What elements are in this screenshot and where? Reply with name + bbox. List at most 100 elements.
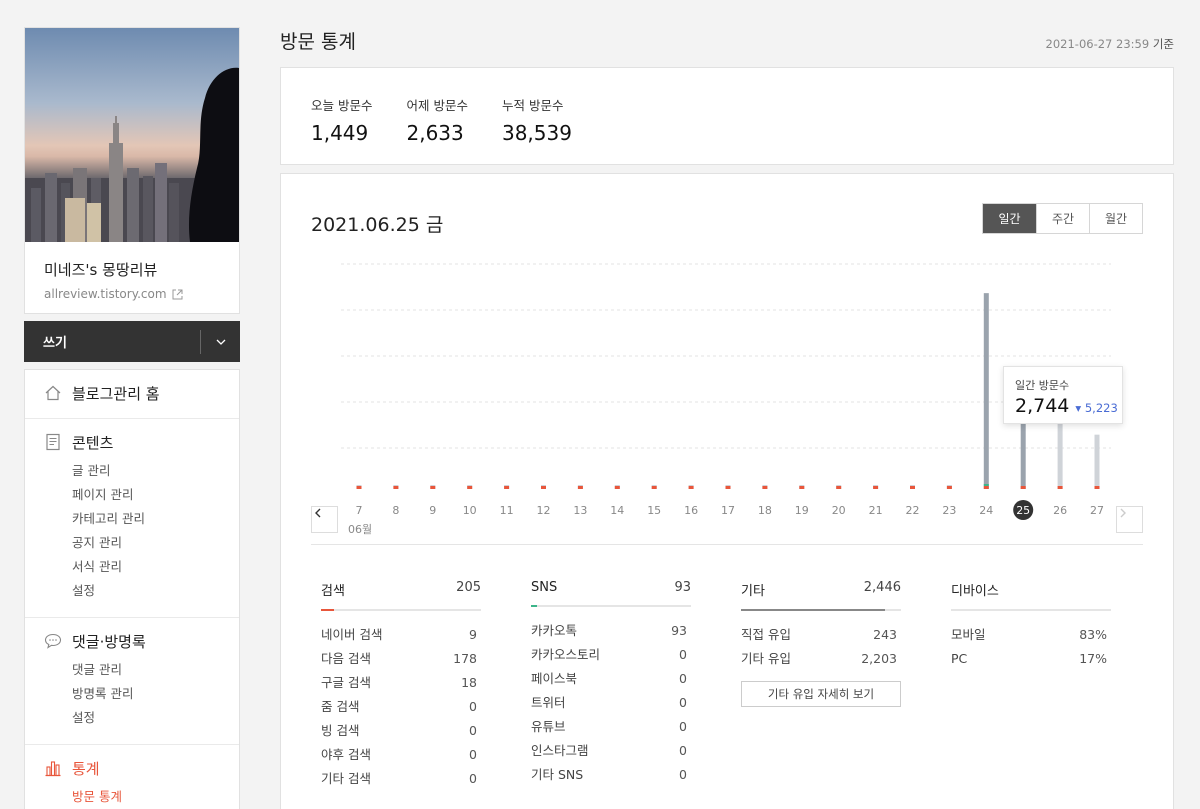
chart-bar-search-segment xyxy=(1094,486,1100,489)
write-dropdown-toggle[interactable] xyxy=(200,329,240,354)
write-button[interactable]: 쓰기 xyxy=(24,321,240,362)
chart-x-tick-label: 26 xyxy=(1053,504,1067,517)
chart-bar-sns-segment xyxy=(983,484,989,486)
list-item: 구글 검색 18 xyxy=(321,671,481,695)
chart-next-button[interactable] xyxy=(1116,506,1143,533)
list-item: 페이스북 0 xyxy=(531,667,691,691)
chart-prev-button[interactable] xyxy=(311,506,338,533)
item-label: 페이스북 xyxy=(531,671,578,686)
toggle-daily[interactable]: 일간 xyxy=(983,204,1036,233)
submenu-item-templates[interactable]: 서식 관리 xyxy=(72,555,239,579)
period-toggle: 일간 주간 월간 xyxy=(982,203,1143,234)
daily-visits-chart: 7 8 9 10 11 12 13 14 15 16 17 18 19 20 21 22 23 24 25 26 27 … xyxy=(311,254,1145,544)
submenu-item-comments[interactable]: 댓글 관리 xyxy=(72,658,239,682)
item-label: 줌 검색 xyxy=(321,699,360,714)
item-label: 다음 검색 xyxy=(321,651,371,666)
chart-x-tick-label: 7 xyxy=(356,504,363,517)
chart-bar-search-segment xyxy=(910,486,915,489)
chart-tooltip: 일간 방문수 2,744 ▾ 5,223 xyxy=(1003,366,1123,424)
submenu-item-comment-settings[interactable]: 설정 xyxy=(72,706,239,730)
list-item: 기타 SNS 0 xyxy=(531,763,691,787)
item-count: 0 xyxy=(679,767,687,782)
submenu-item-posts[interactable]: 글 관리 xyxy=(72,459,239,483)
chart-x-tick-label: 18 xyxy=(758,504,772,517)
source-sns: SNS 93 카카오톡 93 카카오스토리 0 페이스북 0 트위터 0 유튜브 0 인스… xyxy=(531,580,691,791)
menu-item-blog-home[interactable]: 블로그관리 홈 xyxy=(25,382,239,404)
chart-bar xyxy=(983,293,989,489)
item-label: 유튜브 xyxy=(531,719,566,734)
chart-x-tick-label: 20 xyxy=(832,504,846,517)
bar-chart-icon xyxy=(45,761,61,777)
list-item: 카카오톡 93 xyxy=(531,619,691,643)
source-accent-bar xyxy=(741,609,885,611)
list-item: 네이버 검색 9 xyxy=(321,623,481,647)
submenu-item-guestbook[interactable]: 방명록 관리 xyxy=(72,682,239,706)
source-device: 디바이스 모바일 83% PC 17% xyxy=(951,580,1111,791)
chart-bar-search-segment xyxy=(1020,486,1026,489)
toggle-weekly[interactable]: 주간 xyxy=(1036,204,1089,233)
summary-value: 1,449 xyxy=(311,121,369,145)
menu-group-comments: 댓글·방명록 댓글 관리 방명록 관리 설정 xyxy=(25,618,239,745)
sidebar: 미네즈's 몽땅리뷰 allreview.tistory.com 쓰기 블로그관… xyxy=(24,27,240,809)
timestamp-suffix: 기준 xyxy=(1152,37,1174,51)
tooltip-label: 일간 방문수 xyxy=(1015,379,1070,392)
list-item: PC 17% xyxy=(951,647,1111,671)
chart-x-tick-label: 13 xyxy=(573,504,587,517)
blog-url-text: allreview.tistory.com xyxy=(44,287,167,301)
chart-x-tick-label: 21 xyxy=(869,504,883,517)
chart-bar-search-segment xyxy=(688,486,694,489)
timestamp-value: 2021-06-27 23:59 xyxy=(1045,37,1150,51)
selected-date: 2021.06.25 금 xyxy=(311,214,444,236)
menu-item-label: 댓글·방명록 xyxy=(72,632,146,651)
summary-total: 누적 방문수 38,539 xyxy=(502,95,572,164)
blog-name[interactable]: 미네즈's 몽땅리뷰 xyxy=(44,259,239,280)
chevron-left-icon xyxy=(315,508,321,518)
submenu-comments: 댓글 관리 방명록 관리 설정 xyxy=(25,652,239,730)
source-list: 직접 유입 243 기타 유입 2,203 xyxy=(741,623,901,671)
menu-item-stats[interactable]: 통계 xyxy=(25,757,239,779)
chart-x-tick-label: 11 xyxy=(500,504,514,517)
item-count: 0 xyxy=(679,671,687,686)
list-item: 야후 검색 0 xyxy=(321,743,481,767)
chart-bar-search-segment xyxy=(1057,486,1063,489)
chevron-right-icon xyxy=(1120,508,1126,518)
menu-item-comments[interactable]: 댓글·방명록 xyxy=(25,630,239,652)
external-link-icon xyxy=(172,289,183,299)
source-total: 205 xyxy=(456,580,481,595)
item-label: 모바일 xyxy=(951,627,986,642)
tooltip-values: 2,744 ▾ 5,223 xyxy=(1015,395,1122,417)
tooltip-change-value: 5,223 xyxy=(1084,401,1118,415)
blog-url-link[interactable]: allreview.tistory.com xyxy=(44,287,239,301)
submenu-item-visit-stats[interactable]: 방문 통계 xyxy=(72,785,239,809)
submenu-item-pages[interactable]: 페이지 관리 xyxy=(72,483,239,507)
item-count: 0 xyxy=(679,743,687,758)
chart-bar-search-segment xyxy=(983,486,989,489)
item-count: 0 xyxy=(679,695,687,710)
month-label: 06월 xyxy=(348,523,373,536)
submenu-item-categories[interactable]: 카테고리 관리 xyxy=(72,507,239,531)
chart-bar-search-segment xyxy=(467,486,473,489)
summary-value: 2,633 xyxy=(406,121,464,145)
other-detail-button[interactable]: 기타 유입 자세히 보기 xyxy=(741,681,901,707)
toggle-monthly[interactable]: 월간 xyxy=(1089,204,1142,233)
submenu-stats: 방문 통계 xyxy=(25,779,239,809)
list-item: 줌 검색 0 xyxy=(321,695,481,719)
list-item: 빙 검색 0 xyxy=(321,719,481,743)
summary-today: 오늘 방문수 1,449 xyxy=(311,95,372,164)
menu-item-contents[interactable]: 콘텐츠 xyxy=(25,431,239,453)
submenu-item-content-settings[interactable]: 설정 xyxy=(72,579,239,603)
menu-item-label: 통계 xyxy=(72,759,100,778)
item-count: 83% xyxy=(1079,627,1107,642)
item-label: 기타 SNS xyxy=(531,767,584,782)
list-item: 카카오스토리 0 xyxy=(531,643,691,667)
item-count: 178 xyxy=(453,651,477,666)
submenu-item-notices[interactable]: 공지 관리 xyxy=(72,531,239,555)
profile-photo[interactable] xyxy=(25,28,239,242)
source-title: 디바이스 xyxy=(951,584,999,599)
chart-x-tick-label: 12 xyxy=(537,504,551,517)
list-item: 다음 검색 178 xyxy=(321,647,481,671)
chart-bar xyxy=(1094,434,1100,489)
chart-bar-search-segment xyxy=(946,486,952,489)
page-title: 방문 통계 xyxy=(280,31,356,53)
chart-x-tick-label: 14 xyxy=(610,504,624,517)
